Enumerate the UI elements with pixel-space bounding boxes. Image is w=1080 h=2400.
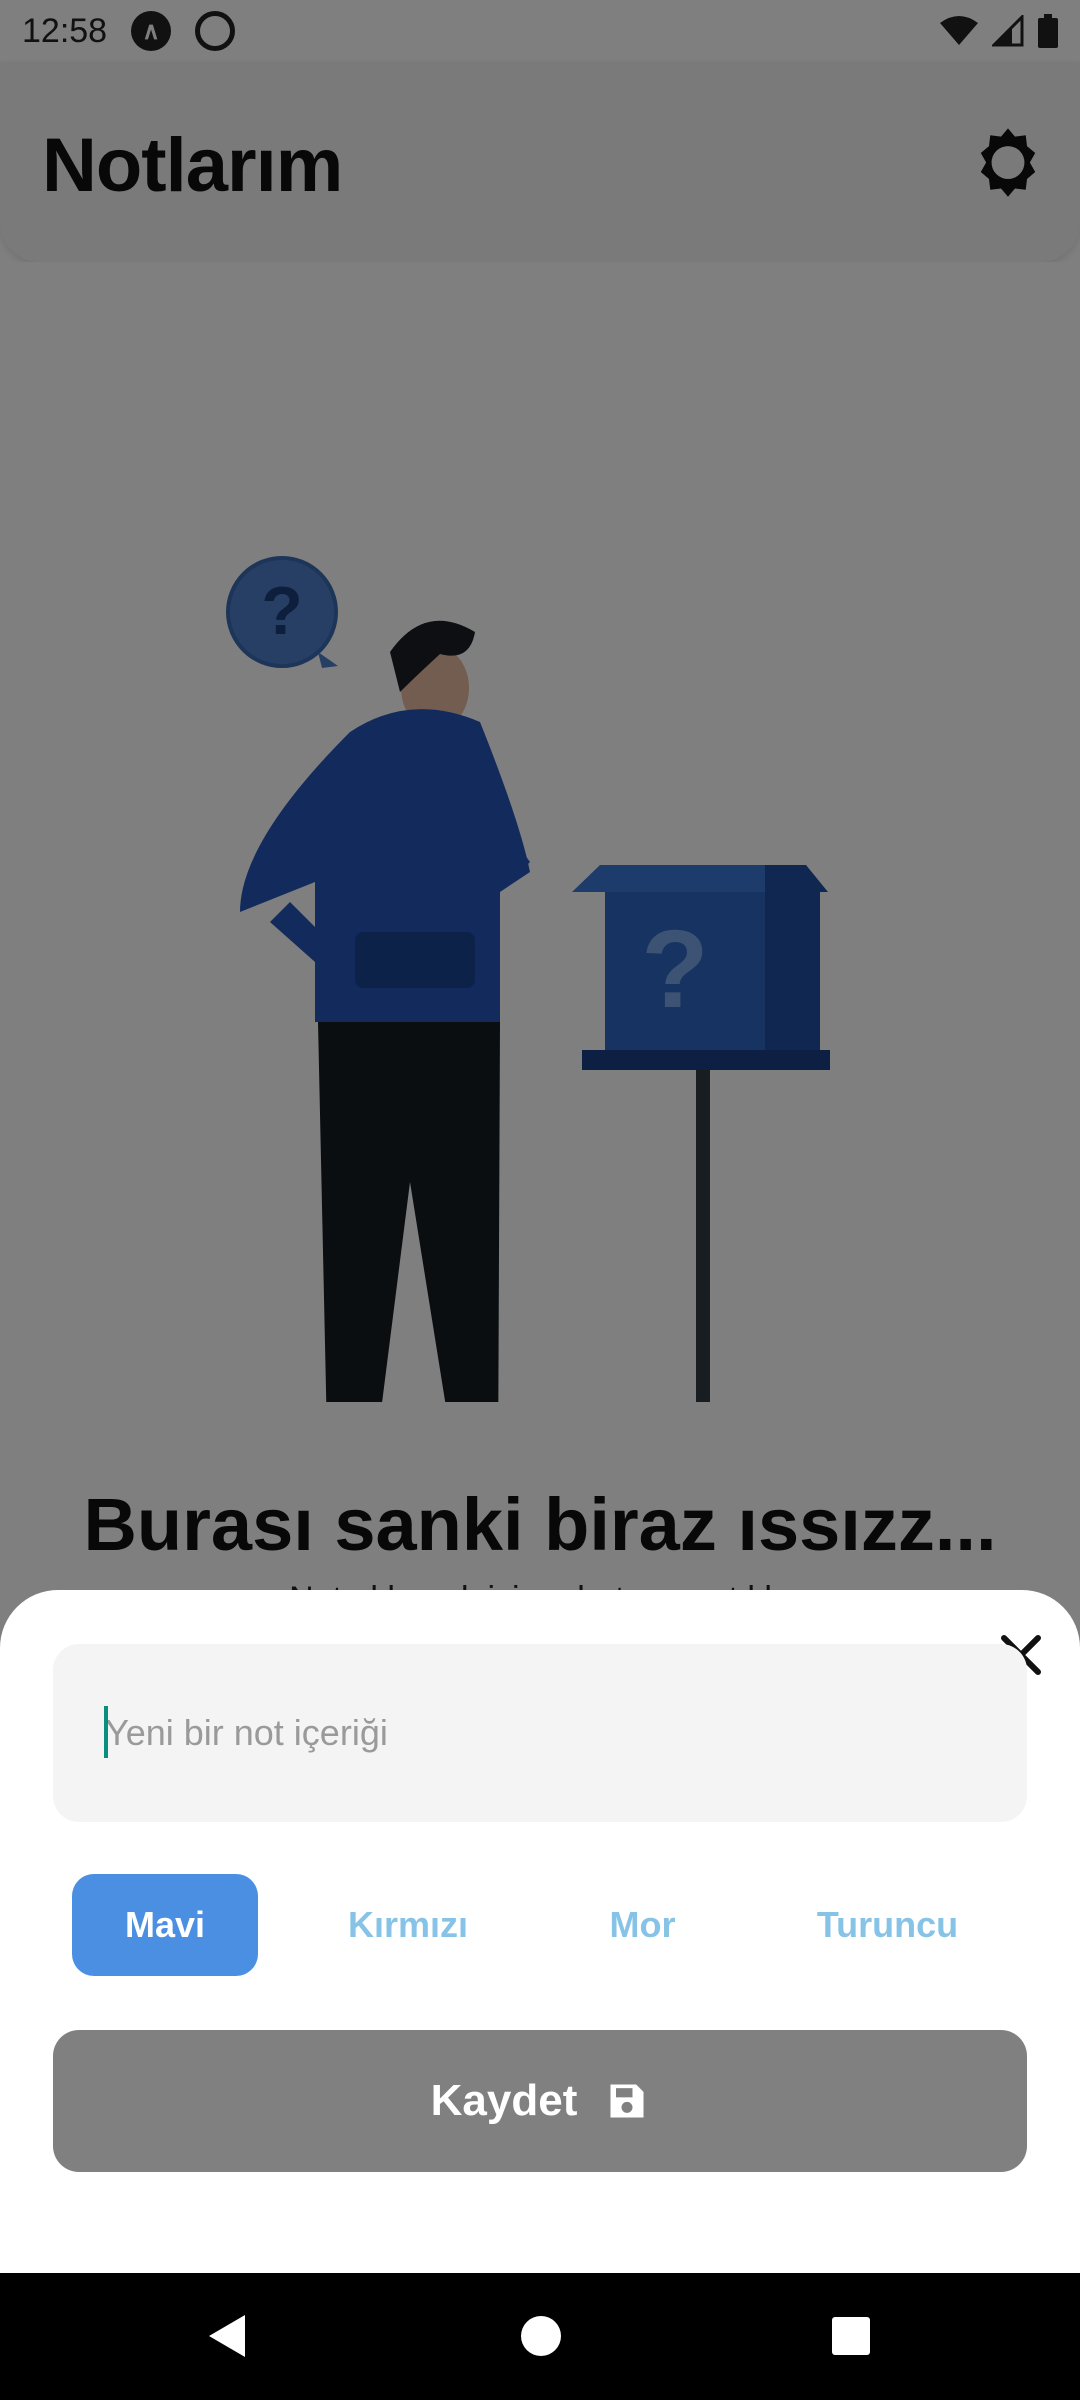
color-chip-mavi[interactable]: Mavi [72,1874,258,1976]
color-selector: Mavi Kırmızı Mor Turuncu [0,1874,1080,1976]
floppy-disk-icon [610,2084,644,2118]
color-chip-mor[interactable]: Mor [560,1874,725,1976]
color-chip-turuncu[interactable]: Turuncu [790,1874,985,1976]
recents-icon[interactable] [830,2311,872,2361]
text-caret [104,1706,108,1758]
system-nav-bar [0,2273,1080,2400]
back-icon[interactable] [205,2311,249,2361]
home-icon[interactable] [520,2311,562,2361]
add-note-sheet: Mavi Kırmızı Mor Turuncu Kaydet [0,1590,1080,2273]
color-chip-kirmizi[interactable]: Kırmızı [318,1874,498,1976]
note-input-container [53,1644,1027,1822]
save-button-label: Kaydet [430,2076,578,2125]
save-button[interactable]: Kaydet [53,2030,1027,2172]
note-content-input[interactable] [53,1644,1027,1822]
